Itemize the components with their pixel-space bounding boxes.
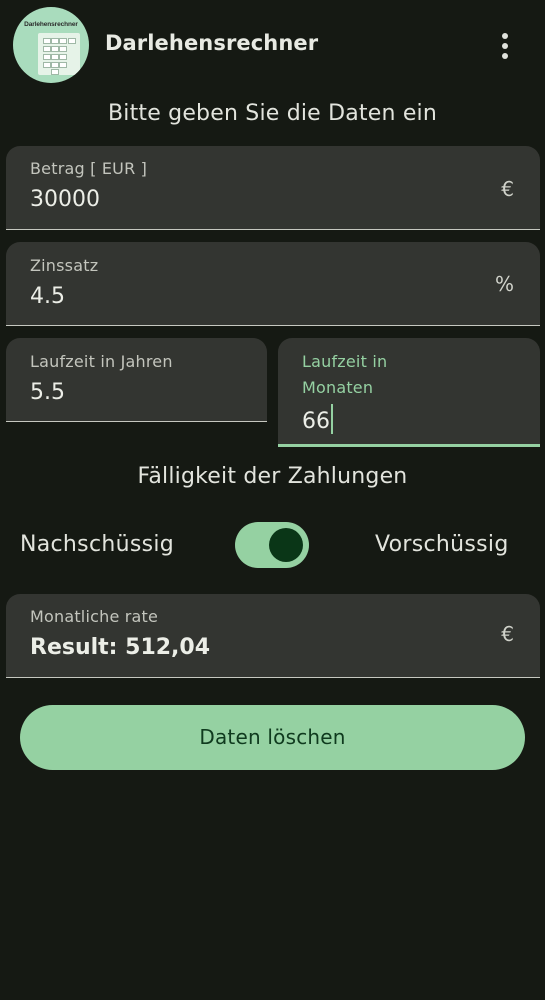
- months-field[interactable]: Laufzeit in Monaten 66: [278, 338, 540, 447]
- years-field[interactable]: Laufzeit in Jahren 5.5: [6, 338, 267, 422]
- result-value: Result: 512,04: [30, 635, 211, 660]
- interest-field[interactable]: Zinssatz 4.5 %: [6, 242, 540, 326]
- switch-thumb: [269, 528, 303, 562]
- months-value: 66: [302, 404, 333, 434]
- percent-icon: %: [494, 272, 514, 296]
- calculator-icon: [38, 33, 80, 75]
- app-bar: Darlehensrechner Darlehensrechner: [0, 0, 545, 92]
- months-label-line1: Laufzeit in: [302, 352, 388, 371]
- advance-label: Vorschüssig: [375, 532, 509, 557]
- euro-icon: €: [501, 622, 514, 646]
- logo-text: Darlehensrechner: [24, 21, 78, 28]
- text-caret: [331, 404, 333, 434]
- result-label: Monatliche rate: [30, 607, 159, 626]
- months-label-line2: Monaten: [302, 378, 374, 397]
- more-vertical-icon[interactable]: [495, 28, 515, 64]
- app-title: Darlehensrechner: [105, 31, 319, 55]
- amount-field[interactable]: Betrag [ EUR ] 30000 €: [6, 146, 540, 230]
- payment-timing-switch[interactable]: [235, 522, 309, 568]
- years-label: Laufzeit in Jahren: [30, 352, 173, 371]
- interest-value: 4.5: [30, 284, 65, 309]
- euro-icon: €: [501, 177, 514, 201]
- months-value-text: 66: [302, 409, 330, 434]
- amount-label: Betrag [ EUR ]: [30, 159, 148, 178]
- result-field: Monatliche rate Result: 512,04 €: [6, 594, 540, 678]
- arrears-label: Nachschüssig: [20, 532, 175, 557]
- years-value: 5.5: [30, 380, 65, 405]
- clear-data-button[interactable]: Daten löschen: [20, 705, 525, 770]
- form-heading: Bitte geben Sie die Daten ein: [107, 101, 438, 126]
- interest-label: Zinssatz: [30, 256, 99, 275]
- payment-timing-heading: Fälligkeit der Zahlungen: [137, 464, 408, 489]
- amount-value: 30000: [30, 187, 100, 212]
- app-logo-icon: Darlehensrechner: [13, 7, 89, 83]
